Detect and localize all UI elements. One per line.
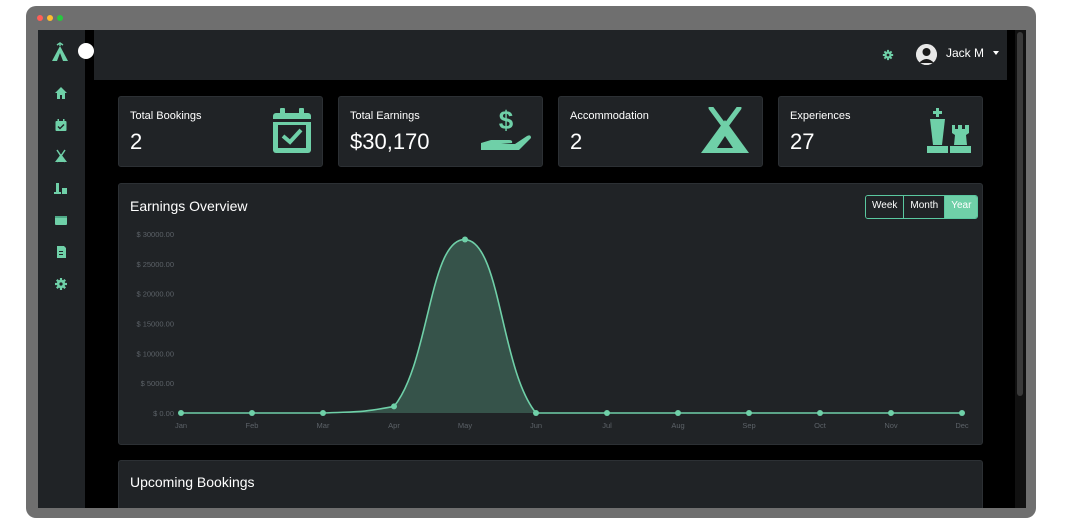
data-point: [533, 410, 539, 416]
x-tick-label: Mar: [317, 421, 330, 430]
user-menu-name[interactable]: Jack M: [946, 46, 984, 60]
data-point: [746, 410, 752, 416]
earnings-overview-card: Earnings Overview Week Month Year $ 0.00…: [118, 183, 983, 445]
x-tick-label: Oct: [814, 421, 827, 430]
x-tick-label: May: [458, 421, 472, 430]
tent-icon: [701, 107, 749, 153]
sidebar-item-invoices[interactable]: [53, 244, 69, 260]
gear-icon: [882, 49, 894, 61]
sidebar-item-accommodation[interactable]: [53, 148, 69, 164]
stat-label: Accommodation: [570, 110, 649, 122]
x-tick-label: Jun: [530, 421, 542, 430]
tent-icon: [55, 149, 67, 163]
data-point: [817, 410, 823, 416]
stat-value: 2: [130, 129, 143, 154]
x-tick-label: Jan: [175, 421, 187, 430]
settings-button[interactable]: [882, 48, 894, 66]
chevron-down-icon[interactable]: [993, 51, 999, 55]
chess-pieces-icon: [927, 108, 971, 153]
avatar[interactable]: [916, 44, 937, 65]
stat-label: Experiences: [790, 110, 851, 122]
calendar-check-icon: [273, 108, 311, 153]
stat-card-accommodation: Accommodation 2: [558, 96, 763, 167]
y-tick-label: $ 0.00: [153, 409, 174, 418]
data-point: [178, 410, 184, 416]
x-tick-label: Jul: [602, 421, 612, 430]
sidebar: [38, 30, 94, 508]
x-tick-label: Aug: [671, 421, 684, 430]
window-controls: [37, 15, 63, 21]
y-tick-label: $ 25000.00: [136, 260, 174, 269]
y-tick-label: $ 15000.00: [136, 320, 174, 329]
x-tick-label: Nov: [884, 421, 898, 430]
series-area: [181, 239, 962, 413]
sidebar-item-settings[interactable]: [53, 276, 69, 292]
sidebar-item-experiences[interactable]: [53, 180, 69, 196]
svg-text:$: $: [499, 107, 514, 135]
upcoming-bookings-card: Upcoming Bookings: [118, 460, 983, 508]
y-tick-label: $ 10000.00: [136, 349, 174, 358]
top-navbar: Jack M: [94, 30, 1007, 80]
browser-window: Jack M Total Bookings 2 Total Earnings $…: [26, 6, 1036, 518]
sidebar-item-bookings[interactable]: [53, 117, 69, 133]
zoom-window-button[interactable]: [57, 15, 63, 21]
data-point: [888, 410, 894, 416]
chess-icon: [54, 183, 67, 194]
data-point: [391, 403, 397, 410]
section-title: Upcoming Bookings: [130, 474, 255, 490]
stat-card-total-earnings: Total Earnings $30,170 $: [338, 96, 543, 167]
y-tick-label: $ 30000.00: [136, 230, 174, 239]
data-point: [604, 410, 610, 416]
stat-value: 27: [790, 129, 815, 154]
data-point: [320, 410, 326, 416]
data-point: [249, 410, 255, 416]
brand-mark-icon: [78, 43, 94, 59]
earnings-chart: $ 0.00 $ 5000.00 $ 10000.00 $ 15000.00 $ 200…: [136, 230, 969, 430]
y-tick-label: $ 5000.00: [141, 379, 174, 388]
close-window-button[interactable]: [37, 15, 43, 21]
brand-logo[interactable]: [50, 42, 70, 67]
user-avatar-icon: [916, 44, 937, 65]
x-tick-label: Dec: [955, 421, 969, 430]
wallet-icon: [55, 216, 67, 225]
y-tick-label: $ 20000.00: [136, 290, 174, 299]
calendar-icon: [55, 119, 67, 131]
tent-logo-icon: [52, 42, 68, 61]
scrollbar-thumb[interactable]: [1017, 32, 1023, 396]
stat-value: $30,170: [350, 129, 430, 154]
stat-card-experiences: Experiences 27: [778, 96, 983, 167]
app-screen: Jack M Total Bookings 2 Total Earnings $…: [38, 30, 1026, 508]
x-tick-label: Sep: [742, 421, 755, 430]
x-tick-label: Feb: [246, 421, 259, 430]
minimize-window-button[interactable]: [47, 15, 53, 21]
sidebar-item-wallet[interactable]: [53, 212, 69, 228]
data-point: [462, 236, 468, 243]
series-line: [180, 238, 962, 414]
home-icon: [55, 87, 67, 99]
sidebar-item-home[interactable]: [53, 85, 69, 101]
data-point: [959, 410, 965, 416]
stat-label: Total Bookings: [130, 110, 202, 122]
x-tick-label: Apr: [388, 421, 400, 430]
data-point: [675, 410, 681, 416]
gear-icon: [55, 278, 67, 290]
receipt-icon: [57, 246, 66, 258]
stat-card-total-bookings: Total Bookings 2: [118, 96, 323, 167]
stat-value: 2: [570, 129, 583, 154]
stat-label: Total Earnings: [350, 110, 420, 122]
hand-dollar-icon: $: [481, 107, 531, 150]
